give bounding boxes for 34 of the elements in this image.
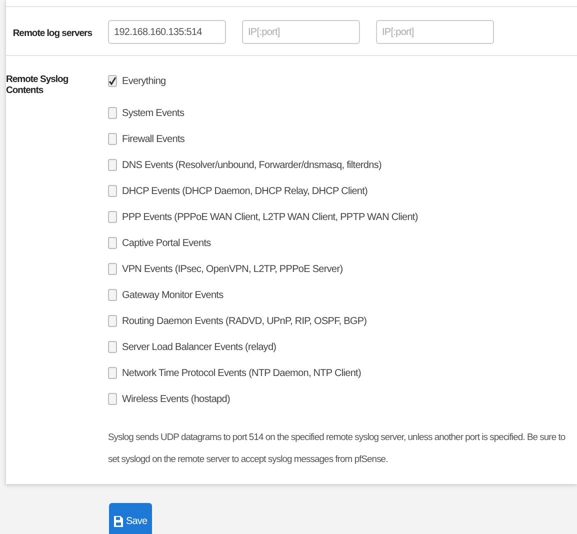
checkbox-label: Network Time Protocol Events (NTP Daemon, NTP Client) — [122, 368, 361, 378]
checkbox-label: PPP Events (PPPoE WAN Client, L2TP WAN Client, PPTP WAN Client) — [122, 212, 418, 222]
checkbox[interactable] — [108, 133, 117, 145]
checkbox-label: Routing Daemon Events (RADVD, UPnP, RIP, OSPF, BGP) — [122, 316, 367, 326]
checkbox-label: Server Load Balancer Events (relayd) — [122, 342, 276, 352]
save-icon — [114, 516, 123, 526]
checkbox[interactable] — [108, 237, 117, 249]
field-label: Remote log servers — [12, 27, 94, 41]
checkbox[interactable] — [108, 107, 117, 119]
checkbox[interactable] — [108, 315, 117, 327]
server-input-field[interactable]: IP[:port] — [376, 20, 494, 44]
help-text: Syslog sends UDP datagrams to port 514 on the specified remote syslog server, unless another port is specified. Be sure to set syslogd on the remote server to accept syslog messages from pfSense. — [108, 430, 566, 466]
checkbox[interactable] — [108, 367, 117, 379]
checkbox-label: Firewall Events — [122, 134, 185, 144]
checkbox-label: Wireless Events (hostapd) — [122, 394, 230, 404]
server-input-field[interactable]: 192.168.160.135:514 — [108, 20, 226, 44]
checkbox-label: System Events — [122, 108, 184, 118]
checkbox[interactable] — [108, 341, 117, 353]
checkbox-label: Everything — [122, 76, 166, 86]
checkbox-label: Captive Portal Events — [122, 238, 211, 248]
checkbox-label: DNS Events (Resolver/unbound, Forwarder/dnsmasq, filterdns) — [122, 160, 382, 170]
checkbox-label: Gateway Monitor Events — [122, 290, 224, 300]
checkbox[interactable] — [108, 393, 117, 405]
checkbox[interactable] — [108, 75, 117, 87]
checkbox[interactable] — [108, 211, 117, 223]
field-label: Remote Syslog Contents — [6, 74, 70, 98]
checkbox[interactable] — [108, 263, 117, 275]
checkbox-label: VPN Events (IPsec, OpenVPN, L2TP, PPPoE Server) — [122, 264, 343, 274]
checkbox[interactable] — [108, 159, 117, 171]
checkbox-label: DHCP Events (DHCP Daemon, DHCP Relay, DHCP Client) — [122, 186, 368, 196]
checkbox[interactable] — [108, 185, 117, 197]
checkbox[interactable] — [108, 289, 117, 301]
server-input-field[interactable]: IP[:port] — [242, 20, 360, 44]
save-button[interactable]: Save — [109, 503, 152, 534]
